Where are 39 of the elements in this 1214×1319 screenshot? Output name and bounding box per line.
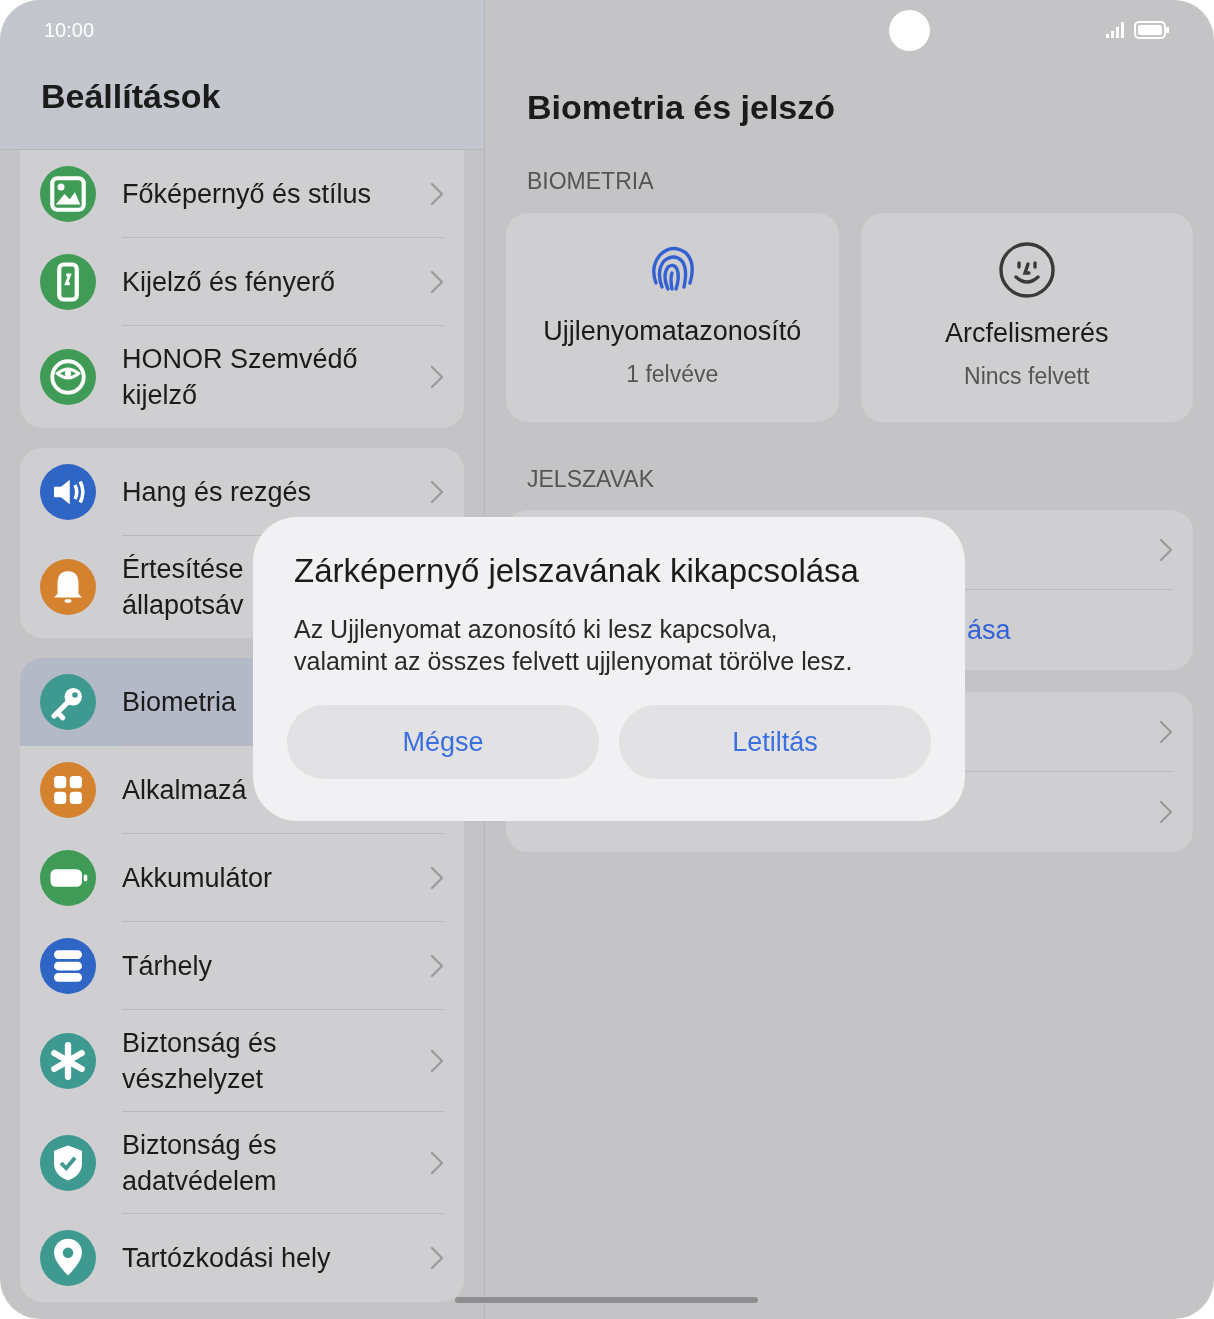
page-title: Biometria és jelszó — [527, 87, 836, 124]
status-time: 10:00 — [44, 18, 95, 43]
settings-item[interactable]: Biztonság és vészhelyzet — [20, 1010, 464, 1112]
item-label: Tartózkodási hely — [122, 1243, 331, 1273]
camera-cutout — [889, 10, 930, 51]
settings-item[interactable]: HONOR Szemvédő kijelző — [20, 326, 464, 428]
settings-item[interactable]: Biztonság és adatvédelem — [20, 1112, 464, 1214]
item-label: HONOR Szemvédő kijelző — [122, 344, 358, 410]
tile-subtitle: Nincs felvett — [964, 362, 1090, 391]
item-label: Kijelző és fényerő — [122, 266, 336, 297]
dialog-title: Zárképernyő jelszavának kikapcsolása — [293, 551, 860, 591]
item-label: Biztonság és adatvédelem — [122, 1129, 277, 1196]
settings-item[interactable]: Tartózkodási hely — [20, 1214, 464, 1302]
dialog-button[interactable]: Mégse — [287, 705, 599, 779]
item-label: Értesítése állapotsáv — [122, 554, 244, 620]
item-label: Alkalmazá — [122, 774, 247, 805]
settings-item[interactable]: Akkumulátor — [20, 834, 464, 922]
section-heading: BIOMETRIA — [527, 167, 655, 196]
item-label: Főképernyő és stílus — [122, 178, 372, 209]
dialog-button[interactable]: Letiltás — [619, 705, 931, 779]
signal-icon — [1106, 22, 1126, 38]
section-heading: JELSZAVAK — [527, 464, 655, 494]
face-icon — [997, 240, 1056, 299]
settings-item[interactable]: Tárhely — [20, 922, 464, 1010]
biometric-tile[interactable]: Arcfelismerés Nincs felvett — [860, 212, 1193, 422]
item-label: Akkumulátor — [122, 862, 273, 893]
tile-title: Arcfelismerés — [945, 316, 1109, 350]
item-label: Hang és rezgés — [122, 476, 312, 507]
sidebar-title: Beállítások — [41, 76, 221, 117]
tile-subtitle: 1 felvéve — [626, 360, 719, 389]
home-indicator[interactable] — [455, 1297, 758, 1303]
settings-item[interactable]: Kijelző és fényerő — [20, 238, 464, 326]
tile-title: Ujjlenyomatazonosító — [543, 314, 802, 348]
item-label: Biztonság és vészhelyzet — [122, 1027, 277, 1094]
biometric-tile[interactable]: Ujjlenyomatazonosító 1 felvéve — [506, 212, 839, 422]
settings-item[interactable]: Főképernyő és stílus — [20, 150, 464, 238]
battery-icon — [1134, 21, 1170, 39]
item-label: Biometria — [122, 686, 237, 717]
item-label: Tárhely — [122, 950, 213, 981]
